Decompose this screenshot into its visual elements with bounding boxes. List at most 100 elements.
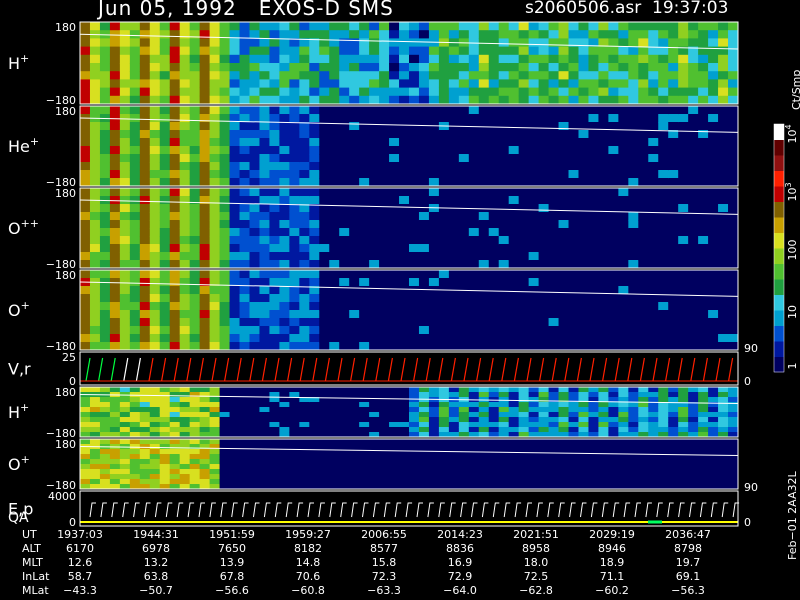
spectrogram-cell — [279, 412, 290, 418]
spectrogram-cell — [389, 454, 400, 460]
spectrogram-cell — [80, 469, 91, 475]
spectrogram-cell — [728, 278, 739, 287]
spectrogram-cell — [508, 236, 520, 245]
spectrogram-cell — [688, 154, 699, 163]
spectrogram-cell — [728, 402, 739, 408]
spectrogram-cell — [329, 220, 340, 229]
spectrogram-cell — [418, 459, 430, 465]
spectrogram-cell — [558, 474, 570, 480]
spectrogram-cell — [169, 302, 181, 311]
spectrogram-cell — [399, 260, 410, 269]
spectrogram-cell — [668, 318, 679, 327]
spectrogram-cell — [578, 106, 589, 115]
spectrogram-cell — [628, 38, 639, 48]
spectrogram-cell — [548, 236, 560, 245]
spectrogram-cell — [139, 387, 151, 393]
spectrogram-cell — [199, 334, 211, 343]
spectrogram-cell — [448, 407, 460, 413]
spectrogram-cell — [558, 22, 570, 31]
spectrogram-cell — [508, 326, 520, 335]
spectrogram-cell — [139, 417, 151, 423]
spectrogram-cell — [159, 130, 171, 139]
spectrogram-cell — [309, 138, 320, 147]
spectrogram-cell — [159, 228, 171, 237]
spectrogram-cell — [608, 402, 619, 408]
spectrogram-cell — [189, 38, 201, 48]
spectrogram-cell — [418, 479, 430, 485]
spectrogram-cell — [289, 138, 300, 147]
spectrogram-cell — [369, 439, 380, 445]
spectrogram-cell — [179, 162, 191, 171]
spectrogram-cell — [478, 474, 490, 480]
spectrogram-cell — [658, 114, 669, 123]
spectrogram-cell — [339, 454, 350, 460]
spectrogram-cell — [708, 87, 719, 97]
spectrogram-cell — [209, 326, 221, 335]
footer-value: 6978 — [142, 542, 170, 555]
colorbar-swatch — [774, 248, 784, 264]
spectrogram-cell — [508, 294, 520, 303]
spectrogram-cell — [249, 387, 260, 393]
spectrogram-cell — [179, 387, 191, 393]
spectrogram-cell — [279, 95, 290, 105]
spectrogram-cell — [568, 106, 579, 115]
spectrogram-cell — [329, 130, 340, 139]
spectrogram-cell — [638, 302, 649, 311]
spectrogram-cell — [568, 334, 579, 343]
spectrogram-cell — [109, 220, 121, 229]
spectrogram-cell — [89, 334, 101, 343]
spectrogram-cell — [389, 459, 400, 465]
spectrogram-cell — [618, 228, 629, 237]
spectrogram-cell — [179, 106, 191, 115]
spectrogram-cell — [548, 178, 560, 187]
footer-value: 14.8 — [295, 556, 321, 569]
spectrogram-cell — [399, 79, 410, 89]
spectrogram-cell — [139, 444, 151, 450]
spectrogram-cell — [229, 178, 241, 187]
spectrogram-cell — [568, 30, 579, 39]
spectrogram-cell — [418, 439, 430, 445]
spectrogram-cell — [488, 278, 500, 287]
spectrogram-cell — [279, 79, 290, 89]
spectrogram-cell — [399, 138, 410, 147]
spectrogram-cell — [149, 407, 161, 413]
spectrogram-cell — [80, 260, 91, 269]
spectrogram-cell — [349, 427, 360, 433]
spectrogram-cell — [678, 427, 689, 433]
spectrogram-cell — [518, 63, 530, 72]
spectrogram-cell — [568, 87, 579, 97]
spectrogram-cell — [89, 188, 101, 197]
spectrogram-cell — [708, 236, 719, 245]
spectrogram-cell — [219, 38, 231, 48]
spectrogram-cell — [229, 417, 241, 423]
spectrogram-cell — [269, 79, 280, 89]
spectrogram-cell — [458, 260, 470, 269]
spectrogram-cell — [518, 138, 530, 147]
spectrogram-cell — [349, 439, 360, 445]
spectrogram-cell — [618, 138, 629, 147]
spectrogram-cell — [588, 479, 599, 485]
spectrogram-cell — [369, 392, 380, 398]
spectrogram-cell — [409, 427, 420, 433]
spectrogram-cell — [389, 196, 400, 205]
spectrogram-cell — [359, 286, 370, 295]
spectrogram-cell — [99, 220, 111, 229]
spectrogram-cell — [80, 170, 91, 179]
spectrogram-cell — [528, 270, 540, 279]
spectrogram-cell — [139, 459, 151, 465]
spectrogram-cell — [728, 162, 739, 171]
spectrogram-cell — [339, 138, 350, 147]
spectrogram-cell — [169, 122, 181, 131]
spectrogram-cell — [229, 397, 241, 403]
spectrogram-cell — [438, 79, 450, 89]
spectrogram-cell — [448, 220, 460, 229]
spectrogram-cell — [718, 38, 729, 48]
spectrogram-cell — [359, 294, 370, 303]
spectrogram-cell — [139, 310, 151, 319]
spectrogram-cell — [538, 38, 550, 48]
spectrogram-cell — [149, 427, 161, 433]
spectrogram-cell — [668, 342, 679, 351]
spectrogram-cell — [389, 387, 400, 393]
spectrogram-cell — [678, 236, 689, 245]
spectrogram-cell — [119, 212, 131, 221]
